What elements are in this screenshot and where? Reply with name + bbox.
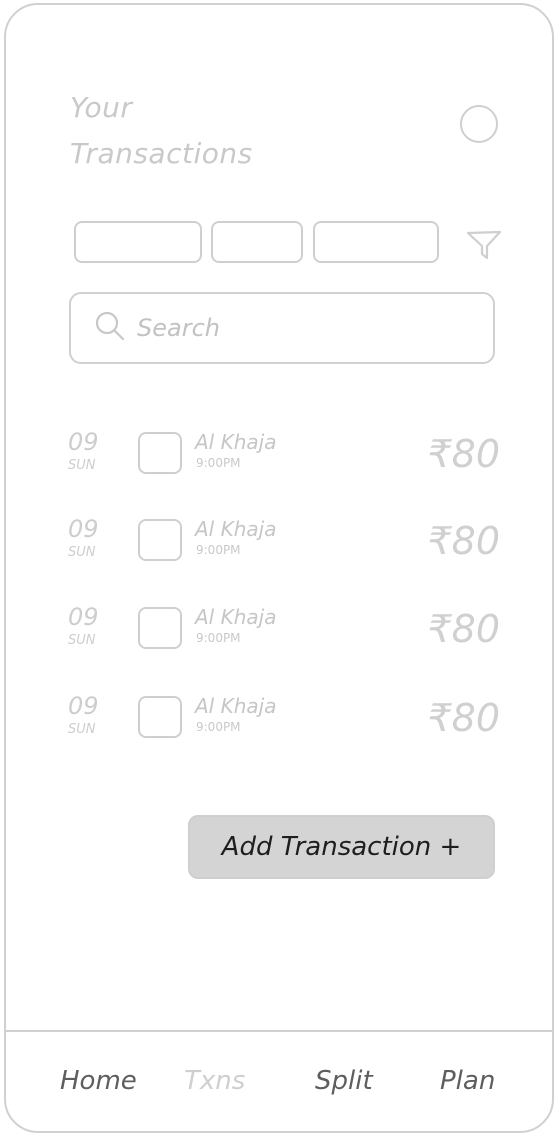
merchant-name: Al Khaja (195, 694, 277, 718)
transaction-day: 09 (68, 515, 99, 543)
nav-item-split[interactable]: Split (315, 1061, 373, 1101)
page-title-line-1: Your (70, 91, 133, 124)
transaction-amount: ₹80 (427, 432, 500, 476)
search-icon (93, 309, 137, 347)
merchant-thumbnail (138, 519, 182, 561)
filter-icon[interactable] (464, 225, 504, 265)
filter-chip-2[interactable] (211, 221, 303, 263)
merchant-thumbnail (138, 696, 182, 738)
transaction-day: 09 (68, 428, 99, 456)
bottom-nav: Home Txns Split Plan (6, 1061, 552, 1111)
avatar[interactable] (460, 105, 498, 143)
transaction-day: 09 (68, 692, 99, 720)
transaction-weekday: SUN (68, 458, 96, 473)
search-bar[interactable] (69, 292, 495, 364)
page-title-line-2: Transactions (70, 137, 253, 170)
transaction-row[interactable]: 09 SUN Al Khaja 9:00PM ₹80 (68, 692, 500, 752)
transaction-weekday: SUN (68, 722, 96, 737)
transaction-row[interactable]: 09 SUN Al Khaja 9:00PM ₹80 (68, 515, 500, 575)
transaction-row[interactable]: 09 SUN Al Khaja 9:00PM ₹80 (68, 428, 500, 488)
merchant-thumbnail (138, 432, 182, 474)
transaction-weekday: SUN (68, 545, 96, 560)
nav-item-home[interactable]: Home (60, 1061, 137, 1101)
filter-chip-3[interactable] (313, 221, 439, 263)
merchant-name: Al Khaja (195, 517, 277, 541)
add-transaction-button[interactable]: Add Transaction + (188, 815, 495, 879)
transaction-amount: ₹80 (427, 607, 500, 651)
nav-item-plan[interactable]: Plan (440, 1061, 495, 1101)
transaction-day: 09 (68, 603, 99, 631)
search-input[interactable] (137, 314, 437, 342)
transaction-amount: ₹80 (427, 696, 500, 740)
merchant-name: Al Khaja (195, 430, 277, 454)
transaction-weekday: SUN (68, 633, 96, 648)
filter-chip-1[interactable] (74, 221, 202, 263)
nav-item-txns[interactable]: Txns (184, 1061, 245, 1101)
transaction-time: 9:00PM (196, 720, 241, 734)
transaction-row[interactable]: 09 SUN Al Khaja 9:00PM ₹80 (68, 603, 500, 663)
transaction-time: 9:00PM (196, 631, 241, 645)
transaction-amount: ₹80 (427, 519, 500, 563)
merchant-name: Al Khaja (195, 605, 277, 629)
merchant-thumbnail (138, 607, 182, 649)
nav-divider (6, 1030, 552, 1032)
transaction-time: 9:00PM (196, 456, 241, 470)
phone-frame: Your Transactions 09 SUN Al Khaja 9:00PM… (4, 3, 554, 1133)
page-title: Your Transactions (70, 85, 253, 177)
transaction-time: 9:00PM (196, 543, 241, 557)
